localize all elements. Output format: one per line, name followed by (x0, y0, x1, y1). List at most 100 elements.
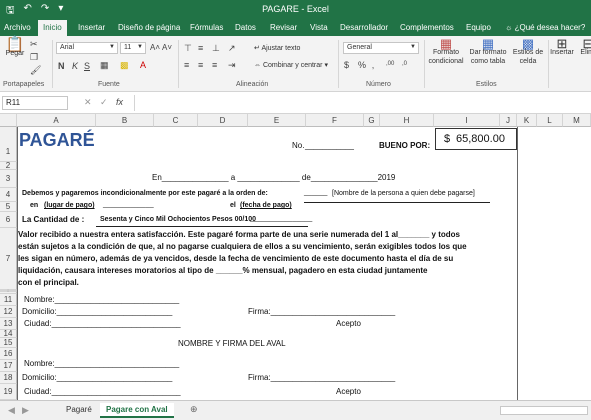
row-header[interactable]: 14 (0, 330, 17, 338)
font-group-label: Fuente (98, 81, 120, 88)
worksheet-grid[interactable]: A B C D E F G H I J K L M 1 2 3 4 5 6 7 … (0, 114, 591, 400)
cancel-icon[interactable]: ✕ (84, 97, 92, 108)
number-format-select[interactable]: General ▼ (343, 42, 419, 54)
tab-equipo[interactable]: Equipo (466, 23, 491, 32)
add-sheet-icon[interactable]: ⊕ (190, 404, 198, 415)
tab-formulas[interactable]: Fórmulas (190, 23, 223, 32)
increase-decimal-icon[interactable]: ,00 (386, 61, 394, 67)
tab-archivo[interactable]: Archivo (4, 23, 31, 32)
font-size-select[interactable]: 11 ▼ (120, 42, 146, 54)
fecha-de-pago: (fecha de pago) (240, 202, 292, 209)
sheet-tab-pagare-con-aval[interactable]: Pagare con Aval (100, 403, 174, 418)
lightbulb-icon: ☼ (505, 23, 513, 32)
cut-icon[interactable]: ✂ (30, 39, 38, 50)
column-header[interactable]: H (380, 114, 434, 127)
number-group-label: Número (366, 81, 391, 88)
tab-desarrollador[interactable]: Desarrollador (340, 23, 388, 32)
bold-button[interactable]: N (58, 61, 65, 71)
el-label: el (230, 202, 236, 209)
scroll-left-icon[interactable]: ◀ (8, 405, 15, 416)
row-header[interactable]: 12 (0, 306, 17, 318)
font-name-select[interactable]: Arial ▼ (56, 42, 118, 54)
cell-styles-button[interactable]: ▩ Estilos de celda (510, 37, 546, 66)
column-header[interactable]: L (537, 114, 563, 127)
tab-complementos[interactable]: Complementos (400, 23, 454, 32)
column-header[interactable]: C (154, 114, 198, 127)
orientation-icon[interactable]: ↗ (228, 43, 236, 54)
wrap-text-button[interactable]: ↵ Ajustar texto (254, 44, 300, 53)
sheet-tab-pagare[interactable]: Pagaré (60, 403, 98, 418)
indent-icon[interactable]: ⇥ (228, 60, 236, 71)
align-bottom-icon[interactable]: ⊥ (212, 43, 220, 54)
column-header[interactable]: G (364, 114, 380, 127)
comma-style-icon[interactable]: ‚ (372, 60, 374, 70)
row-header[interactable]: 15 (0, 338, 17, 348)
tab-inicio[interactable]: Inicio (38, 20, 67, 36)
accounting-format-icon[interactable]: $ (344, 60, 349, 70)
shrink-font-icon[interactable]: A˅ (162, 43, 172, 52)
row-header[interactable]: 7 (0, 228, 17, 290)
delete-cells-button[interactable]: ⊟ Elimi (576, 37, 591, 57)
column-header[interactable]: M (563, 114, 591, 127)
aval-firma-line: Firma:____________________________ (248, 373, 396, 382)
underline-button[interactable]: S (84, 61, 90, 71)
ribbon-separator (178, 40, 179, 88)
aval-nombre-line: Nombre:____________________________ (24, 359, 180, 368)
decrease-decimal-icon[interactable]: ,0 (402, 61, 407, 67)
row-header[interactable]: 1 (0, 127, 17, 162)
legal-line-5: con el principal. (18, 278, 79, 287)
column-header[interactable]: F (306, 114, 364, 127)
row-header[interactable]: 17 (0, 360, 17, 372)
formula-input[interactable] (134, 95, 589, 111)
acepto-label: Acepto (336, 319, 361, 328)
row-header[interactable]: 5 (0, 202, 17, 212)
row-header[interactable]: 2 (0, 162, 17, 170)
column-header[interactable]: I (434, 114, 500, 127)
column-header[interactable]: B (96, 114, 154, 127)
merge-center-button[interactable]: ⇔ Combinar y centrar ▾ (254, 61, 328, 70)
column-header[interactable]: A (17, 114, 96, 127)
column-header[interactable]: E (248, 114, 306, 127)
tell-me-label: ¿Qué desea hacer? (514, 23, 586, 32)
format-as-table-button[interactable]: ▦ Dar formato como tabla (468, 37, 508, 66)
scroll-right-icon[interactable]: ▶ (22, 405, 29, 416)
italic-button[interactable]: K (72, 61, 78, 71)
conditional-format-icon: ▦ (439, 36, 453, 51)
align-top-icon[interactable]: ⊤ (184, 43, 192, 54)
horizontal-scrollbar[interactable] (500, 406, 588, 415)
align-right-icon[interactable]: ≡ (212, 60, 217, 70)
fill-color-icon[interactable]: ▩ (120, 60, 129, 71)
column-header[interactable]: K (517, 114, 537, 127)
conditional-format-button[interactable]: ▦ Formato condicional (426, 36, 466, 66)
format-painter-icon[interactable]: 🖌 (30, 65, 41, 76)
name-box[interactable]: R11 (2, 96, 68, 110)
row-header[interactable]: 18 (0, 372, 17, 384)
align-center-icon[interactable]: ≡ (198, 60, 203, 70)
insert-function-icon[interactable]: fx (116, 97, 123, 107)
align-middle-icon[interactable]: ≡ (198, 43, 203, 53)
select-all-corner[interactable] (0, 114, 17, 127)
tab-datos[interactable]: Datos (235, 23, 256, 32)
tab-vista[interactable]: Vista (310, 23, 328, 32)
grow-font-icon[interactable]: A˄ (150, 43, 160, 52)
insert-cells-button[interactable]: ⊞ Insertar (550, 37, 574, 57)
column-header[interactable]: J (500, 114, 517, 127)
row-header[interactable]: 11 (0, 294, 17, 306)
row-header[interactable]: 6 (0, 212, 17, 228)
row-header[interactable]: 3 (0, 170, 17, 188)
tab-insertar[interactable]: Insertar (78, 23, 105, 32)
paste-button[interactable]: 📋 Pegar (4, 37, 26, 58)
copy-icon[interactable]: ❐ (30, 52, 38, 63)
tell-me-search[interactable]: ☼ ¿Qué desea hacer? (505, 23, 585, 32)
borders-icon[interactable]: ▦ (100, 60, 109, 71)
tab-revisar[interactable]: Revisar (270, 23, 297, 32)
row-header[interactable]: 4 (0, 188, 17, 202)
percent-icon[interactable]: % (358, 60, 366, 70)
font-color-icon[interactable]: A (140, 60, 146, 70)
column-header[interactable]: D (198, 114, 248, 127)
align-left-icon[interactable]: ≡ (184, 60, 189, 70)
row-header[interactable]: 19 (0, 384, 17, 400)
tab-diseno-pagina[interactable]: Diseño de página (118, 23, 180, 32)
row-header[interactable]: 16 (0, 348, 17, 360)
enter-icon[interactable]: ✓ (100, 97, 108, 108)
